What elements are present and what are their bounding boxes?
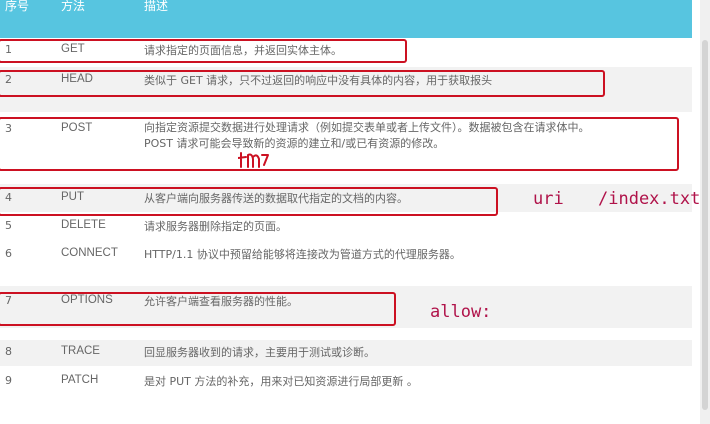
highlight-box-post	[0, 117, 679, 171]
header-number: 序号	[5, 0, 30, 13]
row-number: 9	[5, 374, 12, 387]
uri-path-note: /index.txt	[598, 189, 701, 209]
handwritten-scribble	[238, 152, 269, 168]
highlight-box-head	[0, 70, 605, 97]
row-description: HTTP/1.1 协议中预留给能够将连接改为管道方式的代理服务器。	[144, 248, 461, 261]
highlight-box-get	[0, 39, 407, 63]
allow-note: allow:	[430, 302, 492, 322]
header-method: 方法	[61, 0, 86, 13]
row-method: CONNECT	[61, 247, 118, 259]
row-number: 8	[5, 345, 12, 358]
table-row-patch: 9 PATCH 是对 PUT 方法的补充，用来对已知资源进行局部更新 。	[0, 368, 692, 394]
row-description: 请求服务器删除指定的页面。	[144, 220, 287, 233]
table-header: 序号 方法 描述	[0, 0, 692, 38]
row-method: TRACE	[61, 345, 100, 357]
highlight-box-options	[0, 292, 396, 326]
table-row-connect: 6 CONNECT HTTP/1.1 协议中预留给能够将连接改为管道方式的代理服…	[0, 242, 692, 270]
row-method: DELETE	[61, 219, 106, 231]
highlight-box-put	[0, 187, 498, 216]
uri-note: uri	[533, 189, 564, 209]
row-number: 6	[5, 247, 12, 260]
scrollbar-thumb[interactable]	[702, 40, 708, 410]
header-description: 描述	[144, 0, 169, 13]
table-row-trace: 8 TRACE 回显服务器收到的请求，主要用于测试或诊断。	[0, 340, 692, 366]
row-number: 5	[5, 219, 12, 232]
row-description: 回显服务器收到的请求，主要用于测试或诊断。	[144, 346, 375, 359]
row-method: PATCH	[61, 374, 99, 386]
table-row-delete: 5 DELETE 请求服务器删除指定的页面。	[0, 214, 692, 238]
row-description: 是对 PUT 方法的补充，用来对已知资源进行局部更新 。	[144, 375, 418, 388]
